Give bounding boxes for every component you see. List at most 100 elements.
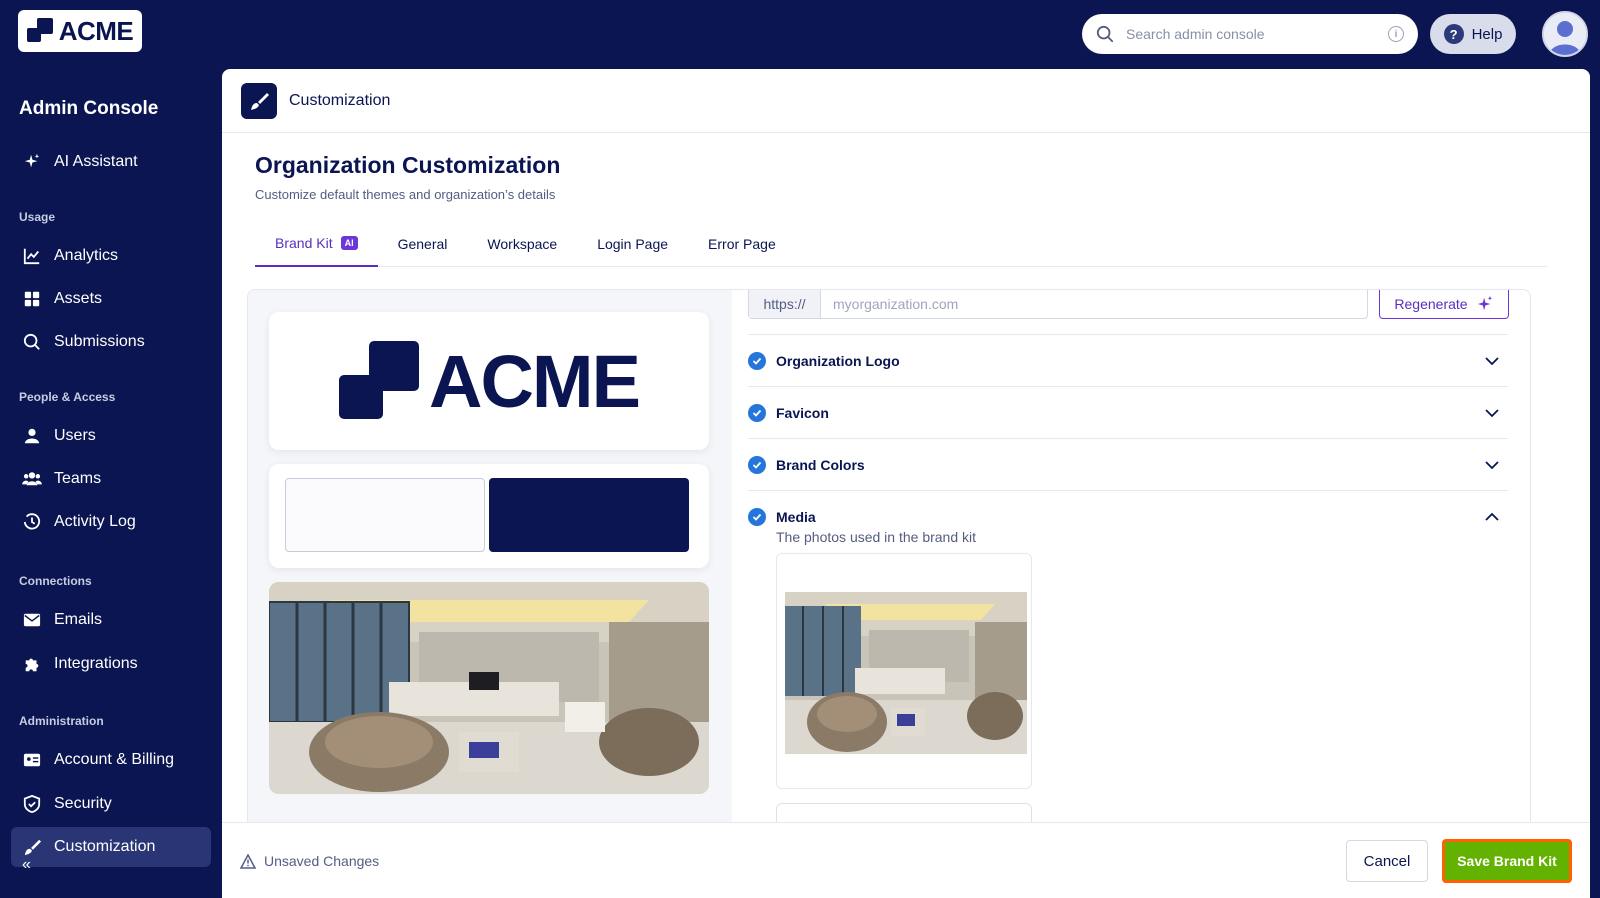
sidebar-item-customization[interactable]: Customization xyxy=(11,827,211,867)
color-swatch-light xyxy=(285,478,485,552)
regenerate-button[interactable]: Regenerate xyxy=(1379,290,1509,319)
accordion-title: Brand Colors xyxy=(776,457,865,473)
sidebar-item-label: Teams xyxy=(54,470,102,487)
page-title: Organization Customization xyxy=(255,152,561,178)
sidebar-item-integrations[interactable]: Integrations xyxy=(11,644,211,684)
acme-logo[interactable]: ACME xyxy=(18,10,142,52)
collapse-sidebar-icon[interactable]: « xyxy=(22,856,31,874)
sidebar-item-teams[interactable]: Teams xyxy=(11,459,211,499)
brush-icon xyxy=(241,82,277,119)
url-input[interactable] xyxy=(821,290,1367,318)
accordion-subtitle: The photos used in the brand kit xyxy=(776,529,977,545)
sidebar-item-users[interactable]: Users xyxy=(11,416,211,456)
sidebar: Admin Console AI Assistant Usage Analyti… xyxy=(0,70,222,898)
sparkle-icon xyxy=(1477,295,1492,311)
search-icon xyxy=(1096,25,1114,43)
id-card-icon xyxy=(22,750,42,770)
warning-icon xyxy=(240,853,256,869)
accordion-favicon[interactable]: Favicon xyxy=(748,386,1508,439)
accordion-title: Favicon xyxy=(776,405,829,421)
brush-icon xyxy=(22,837,42,857)
tab-brand-kit[interactable]: Brand Kit AI xyxy=(255,221,378,267)
ai-badge: AI xyxy=(340,236,358,250)
team-icon xyxy=(22,469,42,489)
sidebar-item-label: Users xyxy=(54,427,96,444)
save-brand-kit-button[interactable]: Save Brand Kit xyxy=(1442,839,1572,883)
history-icon xyxy=(22,512,42,532)
search-icon xyxy=(22,332,42,352)
tab-label: Workspace xyxy=(487,236,558,252)
sidebar-item-label: Integrations xyxy=(54,655,138,672)
footer-bar: Unsaved Changes Cancel Save Brand Kit xyxy=(222,822,1590,898)
accordion-header[interactable]: Organization Logo xyxy=(748,335,1508,387)
media-thumbnail xyxy=(785,592,1027,754)
check-icon xyxy=(748,508,766,526)
shield-icon xyxy=(22,794,42,814)
chevron-down-icon[interactable] xyxy=(1484,457,1500,473)
accordion-brand-colors[interactable]: Brand Colors xyxy=(748,438,1508,491)
sidebar-item-label: Assets xyxy=(54,290,103,307)
check-icon xyxy=(748,352,766,370)
tab-label: General xyxy=(397,236,448,252)
sidebar-item-analytics[interactable]: Analytics xyxy=(11,236,211,276)
sidebar-item-emails[interactable]: Emails xyxy=(11,600,211,640)
preview-logo-card: ACME xyxy=(269,312,709,450)
search-input[interactable] xyxy=(1126,26,1376,42)
panel-header: Customization xyxy=(222,69,1590,133)
sidebar-item-account-billing[interactable]: Account & Billing xyxy=(11,740,211,780)
avatar[interactable] xyxy=(1542,11,1588,57)
tab-general[interactable]: General xyxy=(378,221,468,267)
brand-kit-content: ACME https:// myorganization.com Regener… xyxy=(247,289,1531,887)
preview-office-photo xyxy=(269,582,709,794)
brand-settings: https:// Regenerate Organization Logo Fa… xyxy=(748,290,1509,886)
sidebar-title: Admin Console xyxy=(19,98,159,119)
preview-colors-card xyxy=(269,464,709,568)
main-panel: Customization Organization Customization… xyxy=(222,69,1590,898)
tab-error-page[interactable]: Error Page xyxy=(688,221,796,267)
sidebar-item-label: AI Assistant xyxy=(54,153,138,170)
media-item[interactable] xyxy=(776,553,1032,789)
sidebar-item-ai-assistant[interactable]: AI Assistant xyxy=(11,142,211,182)
sidebar-item-label: Customization xyxy=(54,838,156,855)
help-button[interactable]: ? Help xyxy=(1430,14,1516,54)
sidebar-item-security[interactable]: Security xyxy=(11,784,211,824)
chevron-up-icon[interactable] xyxy=(1484,509,1500,525)
tab-label: Login Page xyxy=(597,236,669,252)
section-label-administration: Administration xyxy=(19,714,104,728)
cancel-button[interactable]: Cancel xyxy=(1346,840,1428,882)
accordion-title: Media xyxy=(776,509,816,525)
sidebar-item-label: Submissions xyxy=(54,333,145,350)
sidebar-item-label: Account & Billing xyxy=(54,751,175,768)
sidebar-item-submissions[interactable]: Submissions xyxy=(11,322,211,362)
tab-login-page[interactable]: Login Page xyxy=(577,221,688,267)
sidebar-item-assets[interactable]: Assets xyxy=(11,279,211,319)
chevron-down-icon[interactable] xyxy=(1484,353,1500,369)
check-icon xyxy=(748,456,766,474)
chevron-down-icon[interactable] xyxy=(1484,405,1500,421)
tab-label: Error Page xyxy=(708,236,776,252)
media-item[interactable] xyxy=(776,803,1032,823)
section-label-people: People & Access xyxy=(19,390,116,404)
accordion-organization-logo[interactable]: Organization Logo xyxy=(748,334,1508,387)
sidebar-item-label: Activity Log xyxy=(54,513,136,530)
info-icon[interactable]: i xyxy=(1388,26,1404,42)
chart-icon xyxy=(22,246,42,266)
acme-logo-mark-icon xyxy=(339,341,420,421)
url-field[interactable]: https:// xyxy=(748,290,1368,319)
unsaved-label: Unsaved Changes xyxy=(264,853,380,869)
acme-logo-mark-icon xyxy=(26,18,53,44)
mail-icon xyxy=(22,610,42,630)
sidebar-item-activity-log[interactable]: Activity Log xyxy=(11,502,211,542)
search-bar[interactable]: i xyxy=(1082,14,1418,54)
help-label: Help xyxy=(1471,25,1503,43)
logo-text: ACME xyxy=(58,15,134,46)
accordion-header[interactable]: Brand Colors xyxy=(748,439,1508,491)
accordion-title: Organization Logo xyxy=(776,353,900,369)
accordion-header[interactable]: Favicon xyxy=(748,387,1508,439)
user-avatar-icon xyxy=(1544,13,1586,55)
panel-header-title: Customization xyxy=(289,91,391,109)
check-icon xyxy=(748,404,766,422)
grid-icon xyxy=(22,289,42,309)
tab-workspace[interactable]: Workspace xyxy=(467,221,577,267)
puzzle-icon xyxy=(22,654,42,674)
